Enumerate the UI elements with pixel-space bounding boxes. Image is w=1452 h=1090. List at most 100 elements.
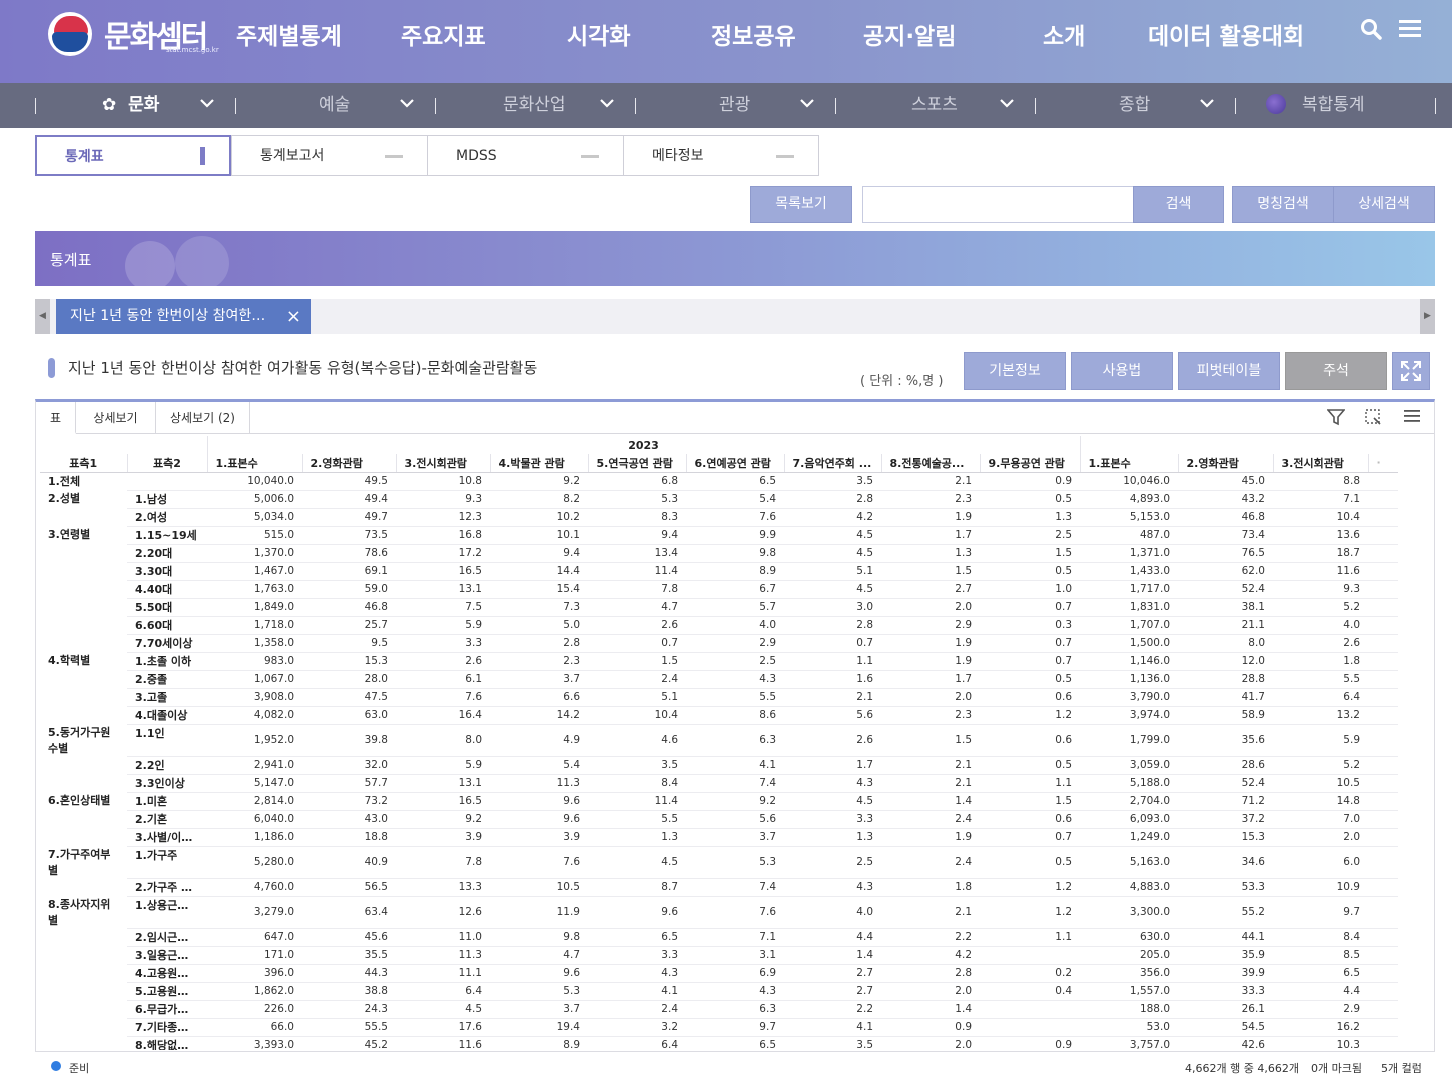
table-cell[interactable]: 1,799.0	[1080, 724, 1178, 757]
table-cell[interactable]: 1.2	[980, 706, 1080, 725]
usage-button[interactable]: 사용법	[1071, 352, 1173, 390]
table-cell[interactable]: 487.0	[1080, 526, 1178, 545]
table-cell[interactable]: 6.1	[396, 670, 490, 689]
table-cell[interactable]: 2.0	[881, 688, 980, 707]
table-cell[interactable]: 4.9	[490, 724, 588, 757]
table-cell[interactable]: 34.6	[1178, 846, 1273, 879]
scroll-right-arrow-icon[interactable]: ▶	[1420, 299, 1435, 334]
table-cell[interactable]: 1,831.0	[1080, 598, 1178, 617]
table-cell[interactable]: 26.1	[1178, 1000, 1273, 1019]
site-logo[interactable]: 문화셈터 stat.mcst.go.kr	[48, 12, 238, 56]
table-cell[interactable]: 5,034.0	[207, 508, 302, 527]
search-button[interactable]: 검색	[1133, 186, 1224, 223]
chevron-down-icon[interactable]	[1199, 94, 1215, 113]
table-cell[interactable]: 73.2	[302, 792, 396, 811]
table-cell[interactable]: 1.2	[980, 896, 1080, 929]
column-header[interactable]: 2.영화관람	[302, 454, 397, 473]
table-cell[interactable]: 630.0	[1080, 928, 1178, 947]
table-cell[interactable]: 37.2	[1178, 810, 1273, 829]
table-cell[interactable]: 5,153.0	[1080, 508, 1178, 527]
basic-info-button[interactable]: 기본정보	[964, 352, 1066, 390]
table-cell[interactable]: 15.3	[302, 652, 396, 671]
table-cell[interactable]: 4.5	[784, 580, 881, 599]
table-cell[interactable]: 4.5	[784, 792, 881, 811]
grid-tab-detail-2[interactable]: 상세보기 (2)	[156, 402, 250, 434]
table-cell[interactable]: 10,046.0	[1080, 472, 1178, 491]
table-cell[interactable]: 4.3	[686, 982, 784, 1001]
table-cell[interactable]: 28.8	[1178, 670, 1273, 689]
tab-meta-info[interactable]: 메타정보	[623, 135, 819, 176]
table-cell[interactable]: 18.8	[302, 828, 396, 847]
table-cell[interactable]: 43.2	[1178, 490, 1273, 509]
table-cell[interactable]: 7.5	[396, 598, 490, 617]
table-cell[interactable]: 2.7	[784, 982, 881, 1001]
table-cell[interactable]: 16.2	[1273, 1018, 1368, 1037]
table-cell[interactable]: 5.9	[396, 756, 490, 775]
table-cell[interactable]: 2.8	[490, 634, 588, 653]
table-cell[interactable]: 2.4	[881, 846, 980, 879]
table-cell[interactable]: 3,300.0	[1080, 896, 1178, 929]
table-cell[interactable]: 1,371.0	[1080, 544, 1178, 563]
table-cell[interactable]: 0.7	[980, 828, 1080, 847]
table-cell[interactable]: 1.5	[980, 544, 1080, 563]
table-cell[interactable]: 76.5	[1178, 544, 1273, 563]
table-cell[interactable]: 10,040.0	[207, 472, 302, 491]
table-cell[interactable]: 15.3	[1178, 828, 1273, 847]
table-cell[interactable]: 10.3	[1273, 1036, 1368, 1050]
table-cell[interactable]: 11.4	[588, 562, 686, 581]
table-cell[interactable]: 9.6	[490, 810, 588, 829]
table-cell[interactable]: 1.5	[881, 724, 980, 757]
table-cell[interactable]: 7.6	[686, 508, 784, 527]
table-cell[interactable]: 17.2	[396, 544, 490, 563]
table-cell[interactable]: 78.6	[302, 544, 396, 563]
table-cell[interactable]: 55.2	[1178, 896, 1273, 929]
tab-stat-report[interactable]: 통계보고서	[231, 135, 428, 176]
table-cell[interactable]: 1.3	[980, 508, 1080, 527]
table-cell[interactable]: 5,147.0	[207, 774, 302, 793]
table-cell[interactable]: 356.0	[1080, 964, 1178, 983]
table-cell[interactable]: 16.4	[396, 706, 490, 725]
gnav-topic-stats[interactable]: 주제별통계	[236, 17, 342, 51]
table-cell[interactable]: 647.0	[207, 928, 302, 947]
table-cell[interactable]: 4.2	[881, 946, 980, 965]
table-cell[interactable]: 1.9	[881, 634, 980, 653]
table-cell[interactable]: 515.0	[207, 526, 302, 545]
gnav-about[interactable]: 소개	[1043, 17, 1085, 51]
table-cell[interactable]: 7.4	[686, 878, 784, 897]
table-cell[interactable]: 40.9	[302, 846, 396, 879]
table-cell[interactable]: 9.7	[686, 1018, 784, 1037]
column-header[interactable]: 9.무용공연 관람	[980, 454, 1081, 473]
table-cell[interactable]: 45.0	[1178, 472, 1273, 491]
table-cell[interactable]: 6.8	[588, 472, 686, 491]
table-cell[interactable]: 3.5	[588, 756, 686, 775]
table-cell[interactable]: 3.1	[686, 946, 784, 965]
table-cell[interactable]: 5.5	[686, 688, 784, 707]
table-cell[interactable]: 6,040.0	[207, 810, 302, 829]
table-cell[interactable]: 1.4	[784, 946, 881, 965]
table-cell[interactable]: 4.1	[686, 756, 784, 775]
table-cell[interactable]: 5.5	[1273, 670, 1368, 689]
table-cell[interactable]: 188.0	[1080, 1000, 1178, 1019]
table-cell[interactable]: 1.9	[881, 508, 980, 527]
table-cell[interactable]: 32.0	[302, 756, 396, 775]
table-cell[interactable]: 0.6	[980, 688, 1080, 707]
table-cell[interactable]: 1.5	[980, 792, 1080, 811]
fullscreen-icon[interactable]	[1392, 352, 1430, 390]
table-cell[interactable]: 1.8	[1273, 652, 1368, 671]
table-cell[interactable]: 2.5	[784, 846, 881, 879]
search-icon[interactable]	[1360, 18, 1382, 46]
column-header[interactable]: 7.음악연주회 ...	[784, 454, 882, 473]
chevron-down-icon[interactable]	[799, 94, 815, 113]
table-cell[interactable]: 4,883.0	[1080, 878, 1178, 897]
table-cell[interactable]: 12.0	[1178, 652, 1273, 671]
table-cell[interactable]: 8.5	[1273, 946, 1368, 965]
table-cell[interactable]: 6.5	[588, 928, 686, 947]
table-cell[interactable]: 46.8	[302, 598, 396, 617]
table-cell[interactable]: 9.6	[588, 896, 686, 929]
table-cell[interactable]: 3.5	[784, 472, 881, 491]
table-cell[interactable]: 8.9	[686, 562, 784, 581]
table-scroll-area[interactable]: 2023 표측1 표측2 1.표본수 2.영화관람 3.전시회관람 4.박물관 관람 5…	[40, 436, 1430, 1050]
table-cell[interactable]: 983.0	[207, 652, 302, 671]
table-cell[interactable]: 11.1	[396, 964, 490, 983]
table-cell[interactable]: 4.7	[490, 946, 588, 965]
